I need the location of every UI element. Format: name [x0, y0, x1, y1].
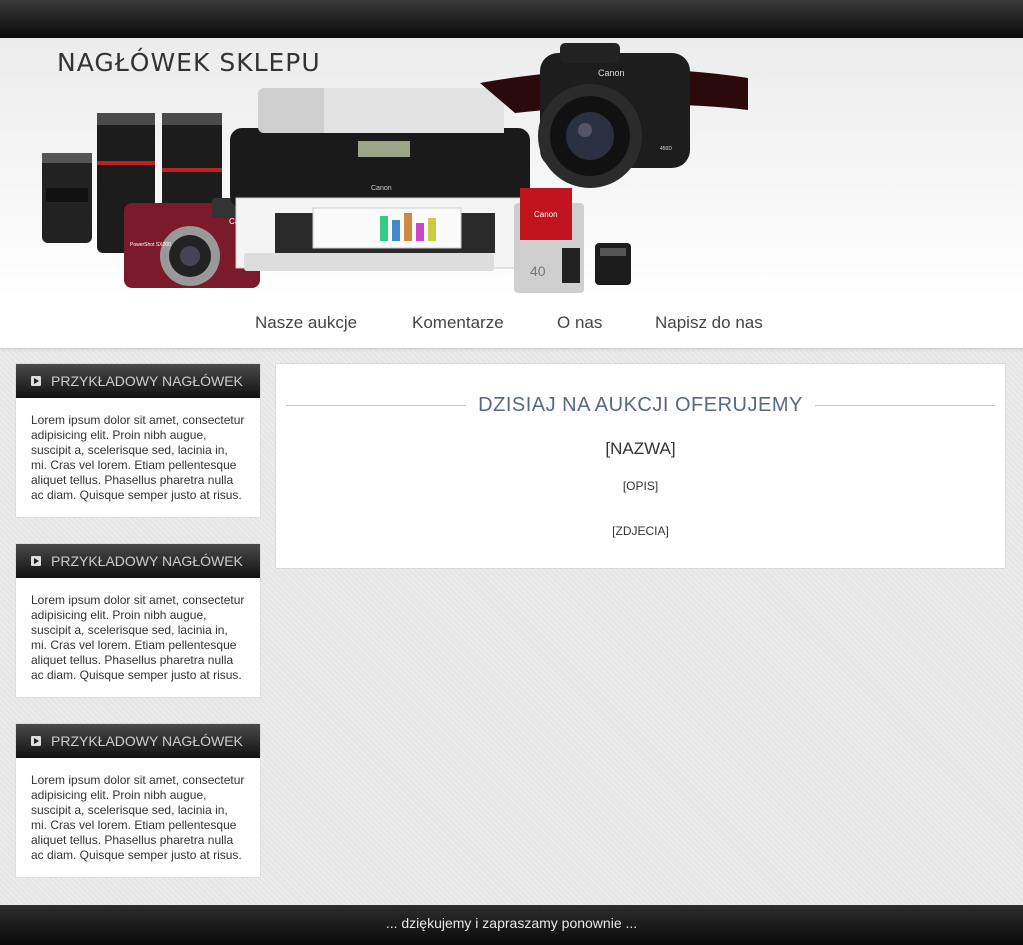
main-navigation: Nasze aukcje Komentarze O nas Napisz do … — [0, 298, 1023, 349]
svg-text:Canon: Canon — [371, 185, 392, 192]
lens-icon — [42, 153, 92, 243]
sidebar-box: PRZYKŁADOWY NAGŁÓWEK Lorem ipsum dolor s… — [16, 364, 260, 517]
arrow-right-icon — [31, 556, 41, 566]
ink-cartridge-icon — [595, 243, 631, 285]
nav-item-nasze-aukcje[interactable]: Nasze aukcje — [255, 313, 357, 333]
nav-item-napisz-do-nas[interactable]: Napisz do nas — [655, 313, 763, 333]
auction-heading: DZISIAJ NA AUKCJI OFERUJEMY — [286, 394, 995, 418]
svg-text:Canon: Canon — [598, 68, 625, 78]
arrow-right-icon — [31, 376, 41, 386]
banner-products-image: Canon PowerShot SX200 Canon — [42, 43, 748, 293]
arrow-right-icon — [31, 736, 41, 746]
sidebar-box-text: Lorem ipsum dolor sit amet, consectetur … — [31, 773, 245, 862]
sidebar-box: PRZYKŁADOWY NAGŁÓWEK Lorem ipsum dolor s… — [16, 544, 260, 697]
sidebar-box-title: PRZYKŁADOWY NAGŁÓWEK — [51, 553, 243, 569]
product-description: [OPIS] — [622, 479, 659, 493]
footer-text: ... dziękujemy i zapraszamy ponownie ... — [385, 915, 638, 931]
auction-content-panel: DZISIAJ NA AUKCJI OFERUJEMY [NAZWA] [OPI… — [276, 364, 1005, 568]
sidebar-box-header: PRZYKŁADOWY NAGŁÓWEK — [16, 364, 260, 398]
sidebar-box-title: PRZYKŁADOWY NAGŁÓWEK — [51, 733, 243, 749]
printer-icon: Canon — [230, 88, 533, 271]
nav-item-o-nas[interactable]: O nas — [557, 313, 602, 333]
sidebar-box: PRZYKŁADOWY NAGŁÓWEK Lorem ipsum dolor s… — [16, 724, 260, 877]
sidebar-box-text: Lorem ipsum dolor sit amet, consectetur … — [31, 413, 245, 502]
footer: ... dziękujemy i zapraszamy ponownie ... — [0, 905, 1023, 945]
sidebar-box-title: PRZYKŁADOWY NAGŁÓWEK — [51, 373, 243, 389]
top-bar — [0, 0, 1023, 38]
svg-text:Canon: Canon — [534, 210, 558, 219]
product-name: [NAZWA] — [605, 439, 676, 458]
sidebar-box-header: PRZYKŁADOWY NAGŁÓWEK — [16, 544, 260, 578]
sidebar-box-text: Lorem ipsum dolor sit amet, consectetur … — [31, 593, 245, 682]
shop-title: NAGŁÓWEK SKLEPU — [57, 48, 321, 77]
header-banner: Canon PowerShot SX200 Canon — [0, 38, 1023, 298]
ink-cartridge-icon: Canon 40 — [514, 188, 584, 293]
sidebar-box-header: PRZYKŁADOWY NAGŁÓWEK — [16, 724, 260, 758]
svg-text:PowerShot SX200: PowerShot SX200 — [130, 242, 171, 248]
nav-item-komentarze[interactable]: Komentarze — [412, 313, 504, 333]
svg-text:450D: 450D — [660, 146, 672, 152]
product-photos: [ZDJECIA] — [612, 524, 669, 538]
svg-text:40: 40 — [530, 263, 546, 279]
auction-heading-text: DZISIAJ NA AUKCJI OFERUJEMY — [466, 394, 815, 416]
